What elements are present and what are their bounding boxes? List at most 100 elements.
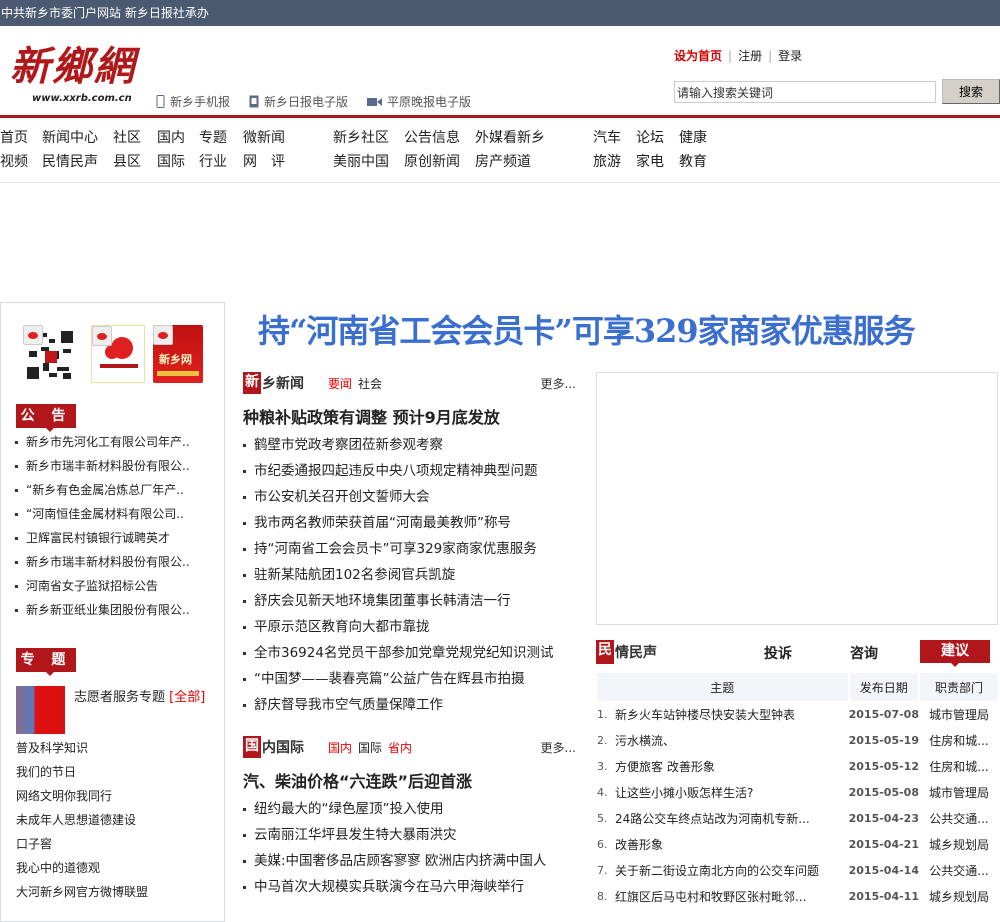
news-item[interactable]: 纽约最大的“绿色屋顶”投入使用 [243,796,588,822]
tab-consult[interactable]: 咨询 [850,643,878,663]
nav-item[interactable]: 教育 [679,151,707,171]
tab-suggestion[interactable]: 建议 [920,640,990,667]
nav-item[interactable]: 健康 [679,127,707,147]
xinxiang-daily-weibo-link[interactable] [91,325,145,383]
news-item[interactable]: 驻新某陆航团102名参阅官兵凯旋 [243,562,588,588]
notice-item[interactable]: 河南省女子监狱招标公告 [15,574,215,598]
lead-story-link[interactable]: 种粮补贴政策有调整 预计9月底发放 [243,404,500,428]
more-link[interactable]: 更多... [541,739,576,756]
news-item[interactable]: 美媒:中国奢侈品店顾客寥寥 欧洲店内挤满中国人 [243,848,588,874]
set-home-link[interactable]: 设为首页 [674,49,722,63]
nav-item[interactable]: 房产频道 [475,151,531,171]
row-number: 2. [597,733,608,747]
row-subject[interactable]: 方便旅客 改善形象 [615,753,849,779]
news-item[interactable]: 市纪委通报四起违反中央八项规定精神典型问题 [243,458,588,484]
topic-item[interactable]: 网络文明你我同行 [16,784,148,808]
topic-item[interactable]: 未成年人思想道德建设 [16,808,148,832]
notice-item[interactable]: 新乡新亚纸业集团股份有限公.. [15,598,215,622]
weibo-qr-link[interactable] [23,325,77,383]
nav-item[interactable]: 原创新闻 [404,151,460,171]
notice-item[interactable]: “河南恒佳金属材料有限公司.. [15,502,215,526]
notice-item[interactable]: “新乡有色金属冶炼总厂年产.. [15,478,215,502]
nav-item[interactable]: 社区 [113,127,141,147]
table-row: 4. 让这些小摊小贩怎样生活? 2015-05-08 城市管理局 [597,779,999,805]
news-item[interactable]: 市公安机关召开创文誓师大会 [243,484,588,510]
row-number: 1. [597,707,608,721]
nav-item[interactable]: 民情民声 [42,151,98,171]
evening-epaper-link[interactable]: 平原晚报电子版 [367,93,471,110]
more-link[interactable]: 更多... [541,375,576,392]
nav-item[interactable]: 美丽中国 [333,151,389,171]
nav-item[interactable]: 视频 [0,151,28,171]
news-item[interactable]: 云南丽江华坪县发生特大暴雨洪灾 [243,822,588,848]
nav-item[interactable]: 公告信息 [404,127,460,147]
row-date: 2015-04-14 [848,863,919,877]
row-subject[interactable]: 污水横流、 [615,727,849,753]
news-item[interactable]: 舒庆会见新天地环境集团董事长韩清洁一行 [243,588,588,614]
topic-item[interactable]: 我心中的道德观 [16,856,148,880]
site-logo[interactable]: 新鄉網 www.xxrb.com.cn [10,45,145,107]
row-subject[interactable]: 新乡火车站钟楼尽快安装大型钟表 [615,701,849,727]
mobile-paper-link[interactable]: 新乡手机报 [156,93,230,110]
row-subject[interactable]: 改善形象 [615,831,849,857]
search-button[interactable]: 搜索 [942,79,1000,104]
tab-headlines[interactable]: 要闻 [328,377,352,391]
notice-item[interactable]: 新乡市先河化工有限公司年产.. [15,430,215,454]
lead-story-link[interactable]: 汽、柴油价格“六连跌”后迎首涨 [243,768,472,792]
volunteer-topic-link[interactable]: 志愿者服务专题 [74,690,165,705]
tab-complaint[interactable]: 投诉 [764,643,792,663]
nav-item[interactable]: 旅游 [593,151,621,171]
nav-item[interactable]: 首页 [0,127,28,147]
row-subject[interactable]: 关于新二街设立南北方向的公交车问题 [615,857,849,883]
nav-item[interactable]: 国际 [157,151,185,171]
news-item[interactable]: 鹤壁市党政考察团莅新参观考察 [243,432,588,458]
nav-item[interactable]: 汽车 [593,127,621,147]
xinxiang-net-weibo-link[interactable]: 新乡网 [153,325,203,383]
news-item[interactable]: 持“河南省工会会员卡”可享329家商家优惠服务 [243,536,588,562]
tab-society[interactable]: 社会 [358,377,382,391]
news-item[interactable]: 全市36924名党员干部参加党章党规党纪知识测试 [243,640,588,666]
topic-item[interactable]: 我们的节日 [16,760,148,784]
notice-item[interactable]: 新乡市瑞丰新材料股份有限公.. [15,454,215,478]
xinxiang-news-list: 鹤壁市党政考察团莅新参观考察 市纪委通报四起违反中央八项规定精神典型问题 市公安机关… [243,432,588,718]
nav-item[interactable]: 新乡社区 [333,127,389,147]
nav-item[interactable]: 专题 [199,127,227,147]
daily-epaper-link[interactable]: 新乡日报电子版 [249,93,348,110]
search-input[interactable] [674,81,936,103]
evening-epaper-label: 平原晚报电子版 [387,95,472,109]
login-link[interactable]: 登录 [778,49,802,63]
topic-item[interactable]: 普及科学知识 [16,736,148,760]
news-item[interactable]: 中马首次大规模实兵联演今在马六甲海峡举行 [243,874,588,900]
nav-item[interactable]: 网 评 [243,151,285,171]
nav-item[interactable]: 论坛 [636,127,664,147]
news-item[interactable]: 舒庆督导我市空气质量保障工作 [243,692,588,718]
tab-international[interactable]: 国际 [358,741,382,755]
news-item[interactable]: “中国梦——裴春亮篇”公益广告在辉县市拍摄 [243,666,588,692]
row-subject[interactable]: 让这些小摊小贩怎样生活? [615,779,849,805]
nav-item[interactable]: 国内 [157,127,185,147]
nav-item[interactable]: 家电 [636,151,664,171]
tab-domestic[interactable]: 国内 [328,741,352,755]
notice-item[interactable]: 新乡市瑞丰新材料股份有限公.. [15,550,215,574]
topic-item[interactable]: 大河新乡网官方微博联盟 [16,880,148,904]
news-item[interactable]: 平原示范区教育向大都市靠拢 [243,614,588,640]
news-item[interactable]: 我市两名教师荣获首届“河南最美教师”称号 [243,510,588,536]
topic-item[interactable]: 口子窖 [16,832,148,856]
row-number: 7. [597,863,608,877]
volunteer-topic-image[interactable] [16,686,65,734]
nav-item[interactable]: 微新闻 [243,127,285,147]
nav-item[interactable]: 县区 [113,151,141,171]
site-tagline: 中共新乡市委门户网站 新乡日报社承办 [1,6,209,20]
nav-item[interactable]: 外媒看新乡 [475,127,545,147]
row-subject[interactable]: 24路公交车终点站改为河南机专新... [615,805,849,831]
table-row: 3. 方便旅客 改善形象 2015-05-12 住房和城... [597,753,999,779]
tab-province[interactable]: 省内 [388,741,412,755]
top-headline-link[interactable]: 持“河南省工会会员卡”可享329家商家优惠服务 [258,306,916,352]
register-link[interactable]: 注册 [738,49,762,63]
logo-url: www.xxrb.com.cn [32,93,132,104]
topic-all-link[interactable]: [全部] [169,690,205,705]
nav-item[interactable]: 行业 [199,151,227,171]
nav-item[interactable]: 新闻中心 [42,127,98,147]
notice-item[interactable]: 卫辉富民村镇银行诚聘英才 [15,526,215,550]
row-subject[interactable]: 红旗区后马屯村和牧野区张村毗邻... [615,883,849,909]
